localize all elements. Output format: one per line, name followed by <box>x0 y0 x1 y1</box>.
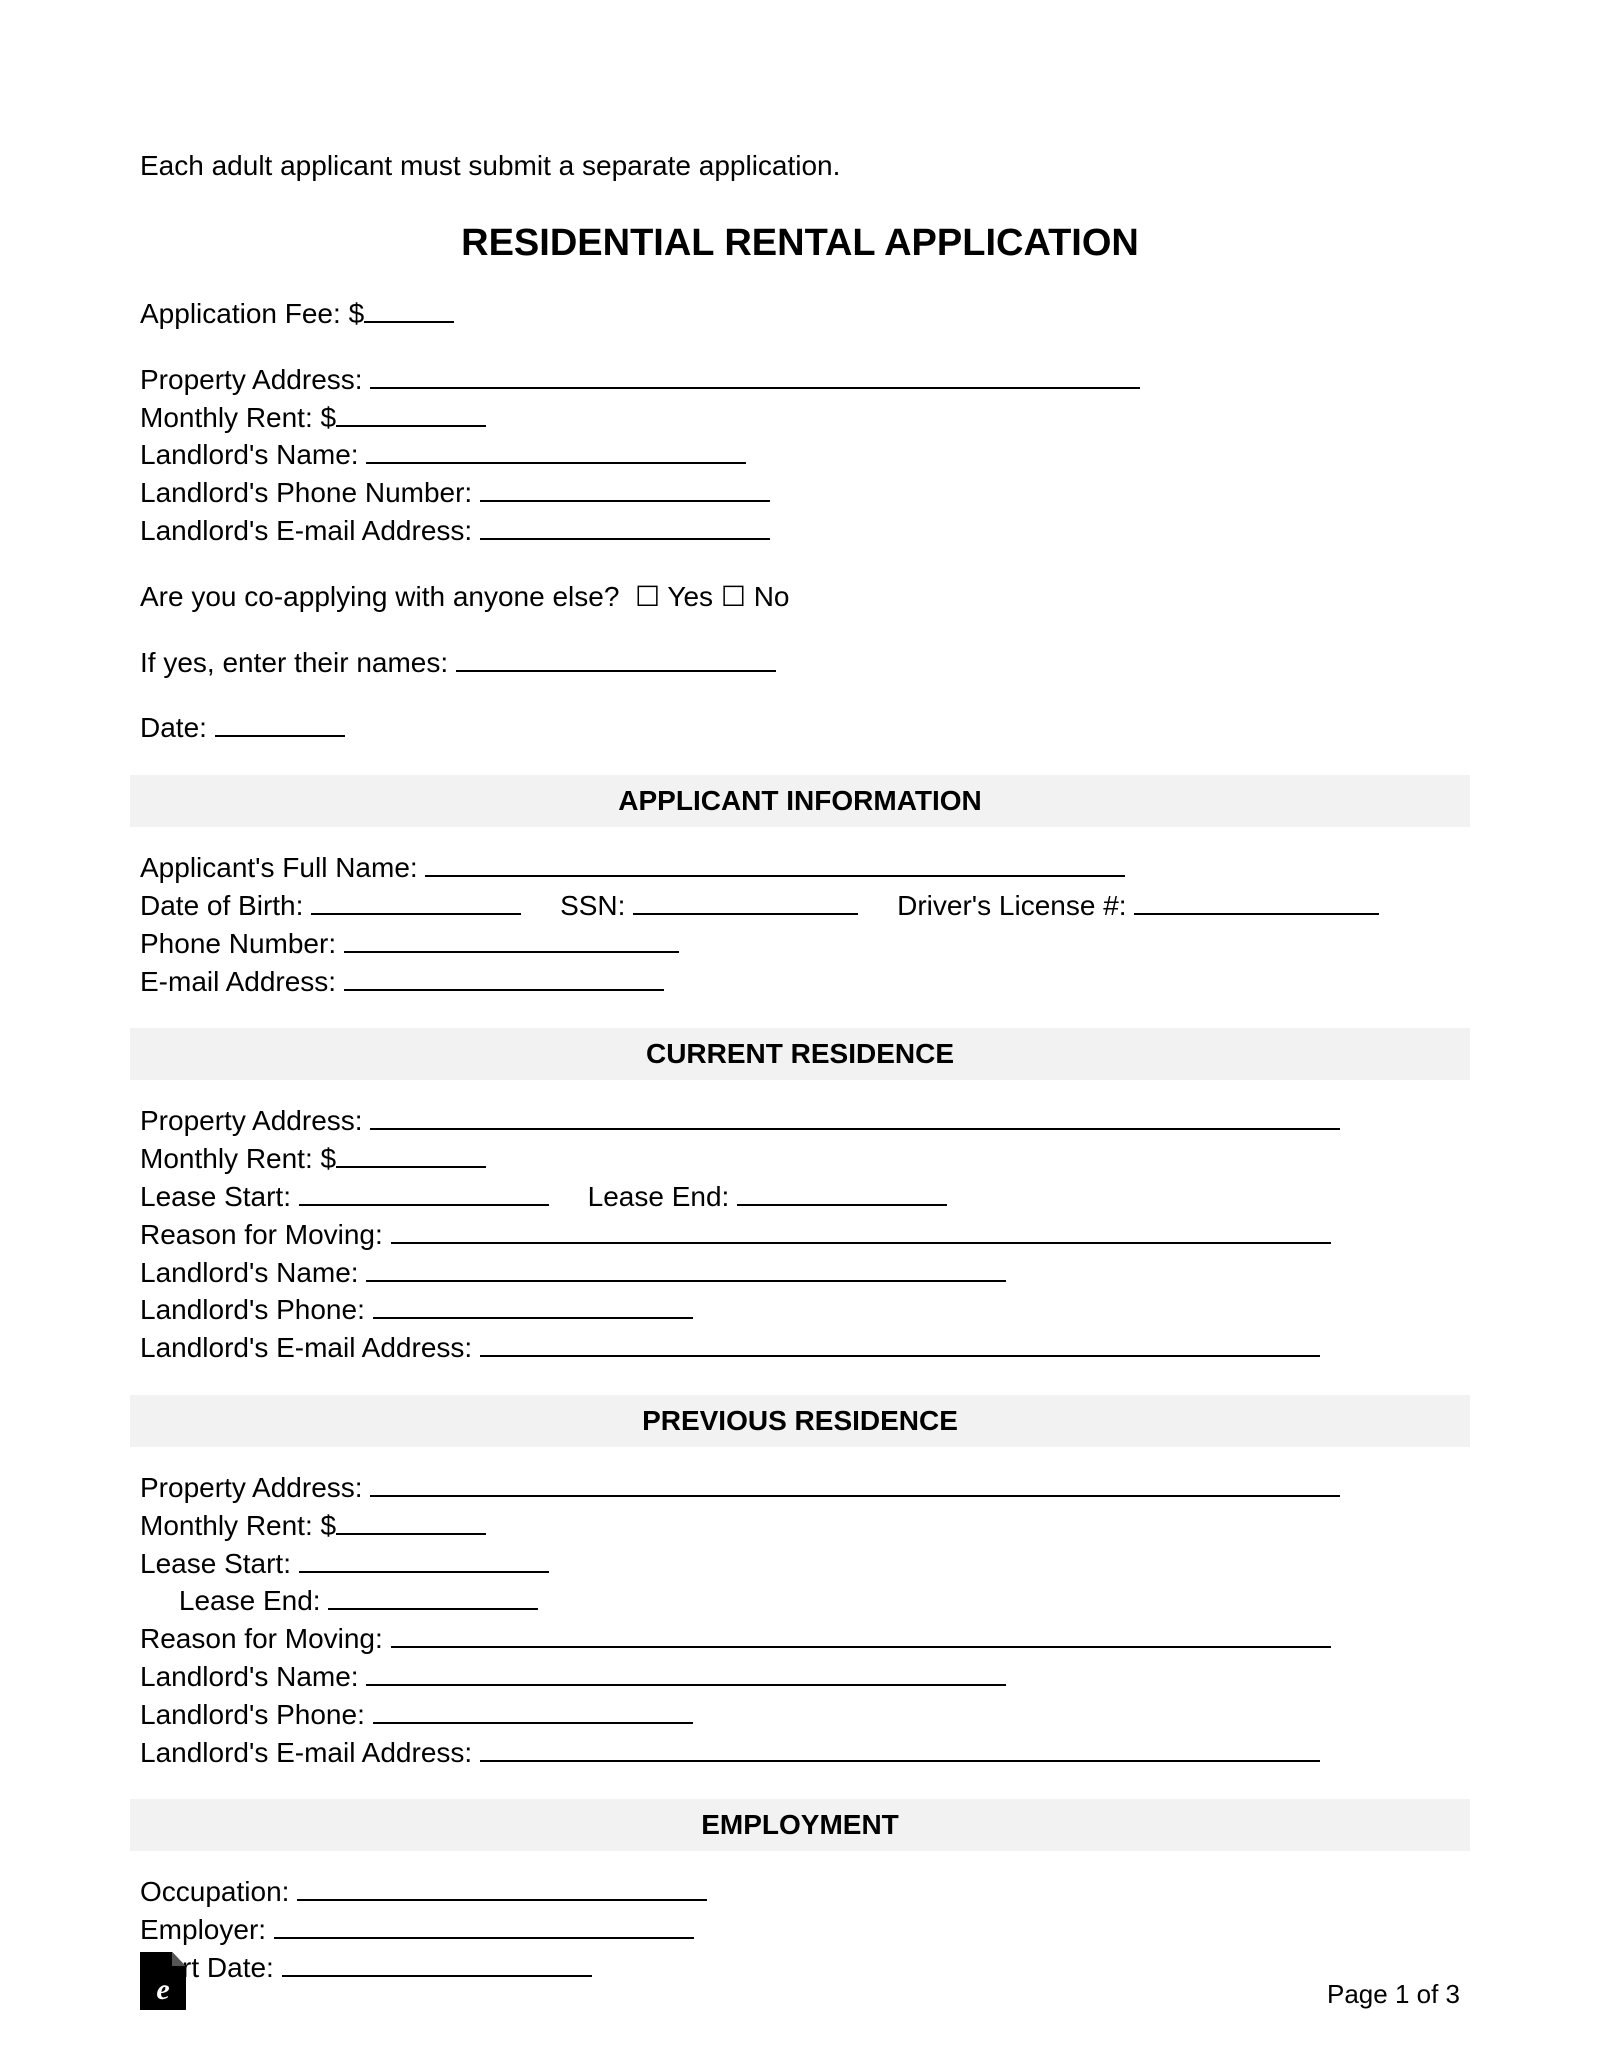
ssn-blank[interactable] <box>633 890 858 915</box>
email-label: E-mail Address: <box>140 966 344 997</box>
page-number: Page 1 of 3 <box>1327 1979 1460 2010</box>
cur-lease-end-blank[interactable] <box>737 1181 947 1206</box>
monthly-rent-blank[interactable] <box>336 401 486 426</box>
dl-label: Driver's License #: <box>858 890 1134 921</box>
employer-blank[interactable] <box>274 1914 694 1939</box>
ssn-label: SSN: <box>521 890 633 921</box>
previous-block: Property Address: Monthly Rent: $ Lease … <box>140 1469 1460 1771</box>
cur-lease-start-blank[interactable] <box>299 1181 549 1206</box>
eforms-logo-icon: e <box>140 1952 186 2010</box>
email-blank[interactable] <box>344 965 664 990</box>
coapply-label: Are you co-applying with anyone else? <box>140 581 635 612</box>
prev-ll-phone-blank[interactable] <box>373 1699 693 1724</box>
ifyes-label: If yes, enter their names: <box>140 647 456 678</box>
cur-ll-name-blank[interactable] <box>366 1256 1006 1281</box>
section-employment-heading: EMPLOYMENT <box>130 1799 1470 1851</box>
prev-lease-start-label: Lease Start: <box>140 1548 299 1579</box>
coapply-row: Are you co-applying with anyone else? ☐ … <box>140 578 1460 616</box>
prev-lease-end-label: Lease End: <box>140 1585 328 1616</box>
property-address-label: Property Address: <box>140 364 370 395</box>
coapply-names-blank[interactable] <box>456 646 776 671</box>
prev-reason-blank[interactable] <box>391 1623 1331 1648</box>
dob-label: Date of Birth: <box>140 890 311 921</box>
property-block: Property Address: Monthly Rent: $ Landlo… <box>140 361 1460 550</box>
cur-address-blank[interactable] <box>370 1105 1340 1130</box>
application-fee-label: Application Fee: $ <box>140 298 364 329</box>
prev-ll-name-blank[interactable] <box>366 1661 1006 1686</box>
cur-ll-name-label: Landlord's Name: <box>140 1257 366 1288</box>
yes-label: Yes <box>660 581 721 612</box>
application-fee-blank[interactable] <box>364 298 454 323</box>
cur-lease-end-label: Lease End: <box>549 1181 737 1212</box>
document-page: Each adult applicant must submit a separ… <box>0 0 1600 1987</box>
prev-ll-name-label: Landlord's Name: <box>140 1661 366 1692</box>
page-footer: e Page 1 of 3 <box>140 1952 1460 2010</box>
date-label: Date: <box>140 712 215 743</box>
date-blank[interactable] <box>215 712 345 737</box>
cur-ll-email-label: Landlord's E-mail Address: <box>140 1332 480 1363</box>
landlord-email-label: Landlord's E-mail Address: <box>140 515 480 546</box>
cur-rent-label: Monthly Rent: $ <box>140 1143 336 1174</box>
cur-ll-phone-label: Landlord's Phone: <box>140 1294 373 1325</box>
occupation-label: Occupation: <box>140 1876 297 1907</box>
cur-reason-blank[interactable] <box>391 1219 1331 1244</box>
applicant-block: Applicant's Full Name: Date of Birth: SS… <box>140 849 1460 1000</box>
employer-label: Employer: <box>140 1914 274 1945</box>
applicant-name-blank[interactable] <box>425 852 1125 877</box>
checkbox-no[interactable]: ☐ <box>721 578 746 616</box>
logo-letter: e <box>140 1975 186 2005</box>
checkbox-yes[interactable]: ☐ <box>635 578 660 616</box>
landlord-name-blank[interactable] <box>366 439 746 464</box>
prev-address-blank[interactable] <box>370 1472 1340 1497</box>
no-label: No <box>746 581 790 612</box>
date-row: Date: <box>140 709 1460 747</box>
landlord-name-label: Landlord's Name: <box>140 439 366 470</box>
phone-blank[interactable] <box>344 928 679 953</box>
section-applicant-heading: APPLICANT INFORMATION <box>130 775 1470 827</box>
cur-lease-start-label: Lease Start: <box>140 1181 299 1212</box>
prev-rent-label: Monthly Rent: $ <box>140 1510 336 1541</box>
occupation-blank[interactable] <box>297 1876 707 1901</box>
section-previous-heading: PREVIOUS RESIDENCE <box>130 1395 1470 1447</box>
section-current-heading: CURRENT RESIDENCE <box>130 1028 1470 1080</box>
property-address-blank[interactable] <box>370 364 1140 389</box>
prev-lease-start-blank[interactable] <box>299 1547 549 1572</box>
cur-reason-label: Reason for Moving: <box>140 1219 391 1250</box>
prev-ll-email-blank[interactable] <box>480 1736 1320 1761</box>
cur-ll-phone-blank[interactable] <box>373 1294 693 1319</box>
prev-reason-label: Reason for Moving: <box>140 1623 391 1654</box>
landlord-email-blank[interactable] <box>480 515 770 540</box>
applicant-name-label: Applicant's Full Name: <box>140 852 425 883</box>
prev-ll-phone-label: Landlord's Phone: <box>140 1699 373 1730</box>
cur-rent-blank[interactable] <box>336 1143 486 1168</box>
dob-blank[interactable] <box>311 890 521 915</box>
phone-label: Phone Number: <box>140 928 344 959</box>
cur-ll-email-blank[interactable] <box>480 1332 1320 1357</box>
prev-ll-email-label: Landlord's E-mail Address: <box>140 1737 480 1768</box>
prev-address-label: Property Address: <box>140 1472 370 1503</box>
dl-blank[interactable] <box>1134 890 1379 915</box>
prev-rent-blank[interactable] <box>336 1510 486 1535</box>
application-fee-row: Application Fee: $ <box>140 295 1460 333</box>
landlord-phone-blank[interactable] <box>480 477 770 502</box>
prev-lease-end-blank[interactable] <box>328 1585 538 1610</box>
ifyes-row: If yes, enter their names: <box>140 644 1460 682</box>
intro-text: Each adult applicant must submit a separ… <box>140 150 1460 182</box>
cur-address-label: Property Address: <box>140 1105 370 1136</box>
form-title: RESIDENTIAL RENTAL APPLICATION <box>140 222 1460 265</box>
current-block: Property Address: Monthly Rent: $ Lease … <box>140 1102 1460 1367</box>
monthly-rent-label: Monthly Rent: $ <box>140 402 336 433</box>
landlord-phone-label: Landlord's Phone Number: <box>140 477 480 508</box>
